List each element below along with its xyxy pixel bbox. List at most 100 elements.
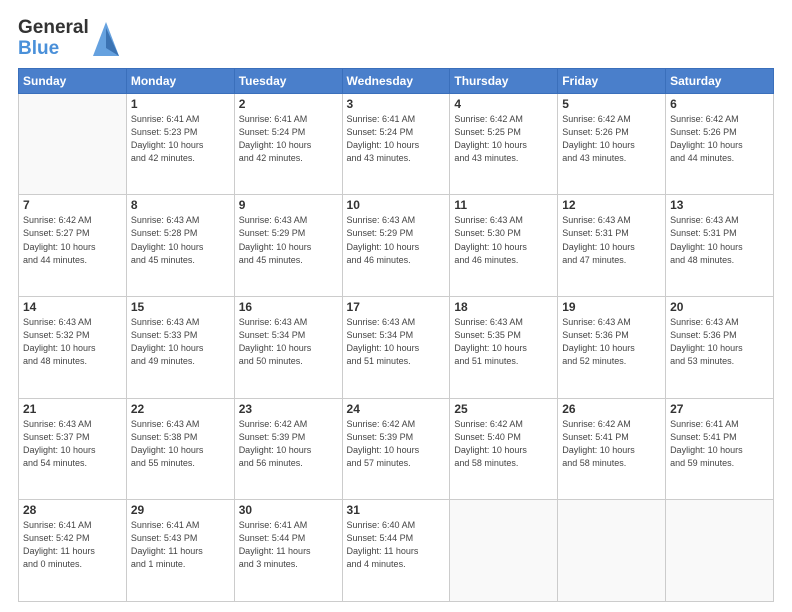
cell-week1-day7: 6Sunrise: 6:42 AMSunset: 5:26 PMDaylight… <box>666 93 774 195</box>
day-number: 11 <box>454 198 553 212</box>
cell-week4-day7: 27Sunrise: 6:41 AMSunset: 5:41 PMDayligh… <box>666 398 774 500</box>
day-number: 22 <box>131 402 230 416</box>
cell-week5-day4: 31 Sunrise: 6:40 AMSunset: 5:44 PMDayligh… <box>342 500 450 602</box>
day-number: 31 <box>347 503 446 517</box>
day-number: 28 <box>23 503 122 517</box>
cell-week2-day1: 7 Sunrise: 6:42 AMSunset: 5:27 PMDaylight… <box>19 195 127 297</box>
page: General Blue SundayMondayTuesdayWednesda… <box>0 0 792 612</box>
cell-week5-day3: 30 Sunrise: 6:41 AMSunset: 5:44 PMDayligh… <box>234 500 342 602</box>
day-info: Sunrise: 6:42 AMSunset: 5:40 PMDaylight:… <box>454 418 553 470</box>
day-info: Sunrise: 6:43 AMSunset: 5:28 PMDaylight:… <box>131 214 230 266</box>
day-number: 29 <box>131 503 230 517</box>
day-info: Sunrise: 6:43 AMSunset: 5:35 PMDaylight:… <box>454 316 553 368</box>
day-info: Sunrise: 6:42 AMSunset: 5:26 PMDaylight:… <box>562 113 661 165</box>
cell-week4-day3: 23 Sunrise: 6:42 AMSunset: 5:39 PMDayligh… <box>234 398 342 500</box>
cell-week4-day6: 26Sunrise: 6:42 AMSunset: 5:41 PMDayligh… <box>558 398 666 500</box>
day-info: Sunrise: 6:41 AMSunset: 5:43 PMDaylight:… <box>131 519 230 571</box>
cell-week5-day2: 29 Sunrise: 6:41 AMSunset: 5:43 PMDayligh… <box>126 500 234 602</box>
cell-week1-day5: 4 Sunrise: 6:42 AMSunset: 5:25 PMDaylight… <box>450 93 558 195</box>
day-number: 4 <box>454 97 553 111</box>
day-number: 16 <box>239 300 338 314</box>
day-number: 3 <box>347 97 446 111</box>
cell-week1-day3: 2Sunrise: 6:41 AMSunset: 5:24 PMDaylight… <box>234 93 342 195</box>
day-number: 14 <box>23 300 122 314</box>
logo-blue-label: Blue <box>18 39 89 60</box>
cell-week5-day1: 28 Sunrise: 6:41 AMSunset: 5:42 PMDayligh… <box>19 500 127 602</box>
day-info: Sunrise: 6:42 AMSunset: 5:25 PMDaylight:… <box>454 113 553 165</box>
cell-week1-day4: 3 Sunrise: 6:41 AMSunset: 5:24 PMDaylight… <box>342 93 450 195</box>
cell-week3-day1: 14 Sunrise: 6:43 AMSunset: 5:32 PMDayligh… <box>19 297 127 399</box>
day-info: Sunrise: 6:41 AMSunset: 5:24 PMDaylight:… <box>347 113 446 165</box>
day-info: Sunrise: 6:42 AMSunset: 5:41 PMDaylight:… <box>562 418 661 470</box>
cell-week1-day6: 5 Sunrise: 6:42 AMSunset: 5:26 PMDaylight… <box>558 93 666 195</box>
logo-bird-icon <box>91 20 121 58</box>
cell-week2-day5: 11 Sunrise: 6:43 AMSunset: 5:30 PMDayligh… <box>450 195 558 297</box>
day-number: 17 <box>347 300 446 314</box>
cell-week2-day4: 10Sunrise: 6:43 AMSunset: 5:29 PMDayligh… <box>342 195 450 297</box>
day-info: Sunrise: 6:41 AMSunset: 5:42 PMDaylight:… <box>23 519 122 571</box>
col-header-tuesday: Tuesday <box>234 68 342 93</box>
col-header-thursday: Thursday <box>450 68 558 93</box>
day-info: Sunrise: 6:42 AMSunset: 5:27 PMDaylight:… <box>23 214 122 266</box>
day-number: 2 <box>239 97 338 111</box>
cell-week3-day6: 19 Sunrise: 6:43 AMSunset: 5:36 PMDayligh… <box>558 297 666 399</box>
col-header-saturday: Saturday <box>666 68 774 93</box>
day-info: Sunrise: 6:43 AMSunset: 5:30 PMDaylight:… <box>454 214 553 266</box>
cell-week4-day5: 25 Sunrise: 6:42 AMSunset: 5:40 PMDayligh… <box>450 398 558 500</box>
col-header-monday: Monday <box>126 68 234 93</box>
cell-week4-day4: 24 Sunrise: 6:42 AMSunset: 5:39 PMDayligh… <box>342 398 450 500</box>
cell-week4-day2: 22Sunrise: 6:43 AMSunset: 5:38 PMDayligh… <box>126 398 234 500</box>
day-number: 1 <box>131 97 230 111</box>
day-number: 24 <box>347 402 446 416</box>
day-info: Sunrise: 6:43 AMSunset: 5:34 PMDaylight:… <box>239 316 338 368</box>
cell-week1-day1 <box>19 93 127 195</box>
day-number: 6 <box>670 97 769 111</box>
logo: General Blue <box>18 18 121 60</box>
day-number: 12 <box>562 198 661 212</box>
day-info: Sunrise: 6:43 AMSunset: 5:32 PMDaylight:… <box>23 316 122 368</box>
day-number: 7 <box>23 198 122 212</box>
cell-week2-day2: 8Sunrise: 6:43 AMSunset: 5:28 PMDaylight… <box>126 195 234 297</box>
day-number: 20 <box>670 300 769 314</box>
day-number: 23 <box>239 402 338 416</box>
cell-week3-day5: 18 Sunrise: 6:43 AMSunset: 5:35 PMDayligh… <box>450 297 558 399</box>
col-header-sunday: Sunday <box>19 68 127 93</box>
cell-week5-day5 <box>450 500 558 602</box>
day-info: Sunrise: 6:43 AMSunset: 5:31 PMDaylight:… <box>670 214 769 266</box>
day-number: 21 <box>23 402 122 416</box>
cell-week2-day3: 9Sunrise: 6:43 AMSunset: 5:29 PMDaylight… <box>234 195 342 297</box>
day-info: Sunrise: 6:43 AMSunset: 5:36 PMDaylight:… <box>562 316 661 368</box>
day-number: 15 <box>131 300 230 314</box>
calendar-table: SundayMondayTuesdayWednesdayThursdayFrid… <box>18 68 774 602</box>
col-header-friday: Friday <box>558 68 666 93</box>
day-info: Sunrise: 6:43 AMSunset: 5:31 PMDaylight:… <box>562 214 661 266</box>
day-info: Sunrise: 6:43 AMSunset: 5:37 PMDaylight:… <box>23 418 122 470</box>
cell-week4-day1: 21 Sunrise: 6:43 AMSunset: 5:37 PMDayligh… <box>19 398 127 500</box>
day-number: 19 <box>562 300 661 314</box>
day-info: Sunrise: 6:41 AMSunset: 5:41 PMDaylight:… <box>670 418 769 470</box>
day-number: 25 <box>454 402 553 416</box>
day-number: 10 <box>347 198 446 212</box>
day-info: Sunrise: 6:42 AMSunset: 5:39 PMDaylight:… <box>347 418 446 470</box>
day-info: Sunrise: 6:42 AMSunset: 5:39 PMDaylight:… <box>239 418 338 470</box>
day-info: Sunrise: 6:43 AMSunset: 5:36 PMDaylight:… <box>670 316 769 368</box>
cell-week1-day2: 1 Sunrise: 6:41 AMSunset: 5:23 PMDaylight… <box>126 93 234 195</box>
header: General Blue <box>18 18 774 60</box>
day-number: 5 <box>562 97 661 111</box>
cell-week3-day7: 20 Sunrise: 6:43 AMSunset: 5:36 PMDayligh… <box>666 297 774 399</box>
day-number: 13 <box>670 198 769 212</box>
cell-week3-day3: 16 Sunrise: 6:43 AMSunset: 5:34 PMDayligh… <box>234 297 342 399</box>
cell-week3-day4: 17 Sunrise: 6:43 AMSunset: 5:34 PMDayligh… <box>342 297 450 399</box>
day-number: 18 <box>454 300 553 314</box>
logo-general-label: General <box>18 18 89 39</box>
cell-week5-day6 <box>558 500 666 602</box>
day-info: Sunrise: 6:41 AMSunset: 5:44 PMDaylight:… <box>239 519 338 571</box>
day-info: Sunrise: 6:41 AMSunset: 5:23 PMDaylight:… <box>131 113 230 165</box>
col-header-wednesday: Wednesday <box>342 68 450 93</box>
day-info: Sunrise: 6:43 AMSunset: 5:34 PMDaylight:… <box>347 316 446 368</box>
day-info: Sunrise: 6:40 AMSunset: 5:44 PMDaylight:… <box>347 519 446 571</box>
day-info: Sunrise: 6:43 AMSunset: 5:29 PMDaylight:… <box>239 214 338 266</box>
cell-week5-day7 <box>666 500 774 602</box>
day-number: 30 <box>239 503 338 517</box>
cell-week2-day6: 12 Sunrise: 6:43 AMSunset: 5:31 PMDayligh… <box>558 195 666 297</box>
